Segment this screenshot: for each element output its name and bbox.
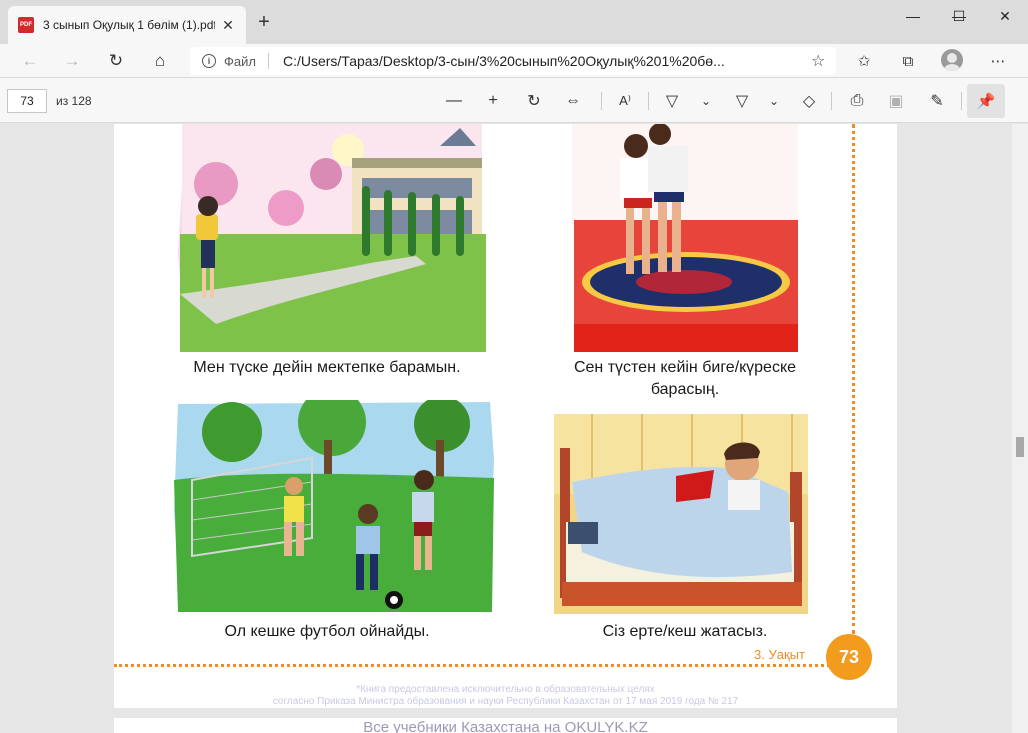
url-text[interactable]: C:/Users/Тараз/Desktop/3-сын/3%20сынып%2… bbox=[283, 53, 803, 69]
school-illustration bbox=[178, 124, 486, 352]
next-page-watermark: Все учебники Казахстана на OKULYK.KZ bbox=[363, 719, 648, 733]
pdf-page: Мен түске дейін мектепке барамын. Сен тү… bbox=[114, 124, 897, 708]
title-bar: PDF 3 сынып Оқулық 1 бөлім (1).pdf ✕ + — bbox=[0, 0, 1028, 44]
favorite-star-icon[interactable]: ☆ bbox=[811, 51, 825, 71]
favorites-icon[interactable]: ✩ bbox=[851, 49, 877, 73]
minimize-window-icon[interactable]: — bbox=[890, 0, 936, 32]
scrollbar-thumb[interactable] bbox=[1016, 437, 1024, 457]
chapter-label: 3. Уақыт bbox=[754, 647, 805, 662]
orange-dotted-border-horizontal bbox=[114, 664, 854, 667]
collections-icon[interactable]: ⧉ bbox=[895, 49, 921, 73]
caption-sleep: Сіз ерте/кеш жатасыз. bbox=[602, 623, 768, 640]
refresh-icon[interactable]: ↻ bbox=[103, 49, 129, 73]
fit-to-page-icon[interactable]: ⇔ bbox=[561, 89, 585, 113]
page-number-input[interactable]: 73 bbox=[7, 89, 47, 113]
orange-dotted-border-vertical bbox=[852, 124, 855, 634]
pdf-toolbar: 73 из 128 — + ↻ ⇔ A⁾ ▽ ⌄ ▽ ⌄ ◇ ⎙ ▣ ✎ 📌 bbox=[0, 78, 1028, 123]
save-as-icon[interactable]: ✎ bbox=[925, 89, 949, 113]
football-illustration bbox=[174, 400, 494, 612]
rotate-icon[interactable]: ↻ bbox=[522, 89, 546, 113]
close-tab-icon[interactable]: ✕ bbox=[220, 17, 236, 34]
zoom-in-icon[interactable]: + bbox=[481, 89, 505, 113]
read-aloud-icon[interactable]: A⁾ bbox=[613, 89, 637, 113]
footnote-line2: согласно Приказа Министра образования и … bbox=[272, 696, 739, 707]
new-tab-icon[interactable]: + bbox=[254, 12, 274, 32]
caption-school: Мен түске дейін мектепке барамын. bbox=[193, 359, 461, 376]
close-window-icon[interactable]: ✕ bbox=[982, 0, 1028, 32]
pdf-viewer[interactable]: Мен түске дейін мектепке барамын. Сен тү… bbox=[0, 124, 1012, 733]
pin-toolbar-icon[interactable]: 📌 bbox=[967, 84, 1005, 118]
file-label: Файл bbox=[224, 53, 256, 69]
bedroom-illustration bbox=[554, 414, 808, 614]
highlight-options-chevron-icon[interactable]: ⌄ bbox=[762, 89, 786, 113]
caption-dance-wrestling-line1: Сен түстен кейін биге/күреске bbox=[573, 359, 797, 376]
home-icon[interactable]: ⌂ bbox=[147, 49, 173, 73]
draw-options-chevron-icon[interactable]: ⌄ bbox=[694, 89, 718, 113]
next-pdf-page: Все учебники Казахстана на OKULYK.KZ bbox=[114, 718, 897, 733]
pdf-icon: PDF bbox=[18, 17, 34, 33]
tab-title: 3 сынып Оқулық 1 бөлім (1).pdf bbox=[43, 18, 215, 32]
maximize-window-icon[interactable]: ☐ bbox=[936, 0, 982, 32]
browser-tab[interactable]: PDF 3 сынып Оқулық 1 бөлім (1).pdf ✕ bbox=[8, 6, 246, 44]
page-number-badge: 73 bbox=[826, 634, 872, 680]
wrestling-illustration bbox=[572, 124, 798, 352]
page-count: из 128 bbox=[56, 94, 92, 108]
forward-icon[interactable]: → bbox=[59, 49, 85, 73]
back-icon[interactable]: ← bbox=[17, 49, 43, 73]
caption-dance-wrestling-line2: барасың. bbox=[650, 381, 720, 398]
address-bar[interactable]: i Файл C:/Users/Тараз/Desktop/3-сын/3%20… bbox=[190, 47, 836, 75]
footnote-line1: *Книга предоставлена исключительно в обр… bbox=[356, 684, 655, 695]
profile-avatar[interactable] bbox=[941, 49, 963, 71]
info-icon[interactable]: i bbox=[202, 54, 216, 68]
caption-football: Ол кешке футбол ойнайды. bbox=[224, 623, 430, 640]
zoom-out-icon[interactable]: — bbox=[442, 89, 466, 113]
save-icon[interactable]: ▣ bbox=[884, 89, 908, 113]
draw-icon[interactable]: ▽ bbox=[660, 89, 684, 113]
erase-icon[interactable]: ◇ bbox=[797, 89, 821, 113]
vertical-scrollbar[interactable] bbox=[1012, 124, 1028, 733]
highlight-icon[interactable]: ▽ bbox=[730, 89, 754, 113]
more-menu-icon[interactable]: ⋯ bbox=[985, 49, 1011, 73]
address-bar-row: ← → ↻ ⌂ i Файл C:/Users/Тараз/Desktop/3-… bbox=[0, 44, 1028, 78]
print-icon[interactable]: ⎙ bbox=[845, 89, 869, 113]
